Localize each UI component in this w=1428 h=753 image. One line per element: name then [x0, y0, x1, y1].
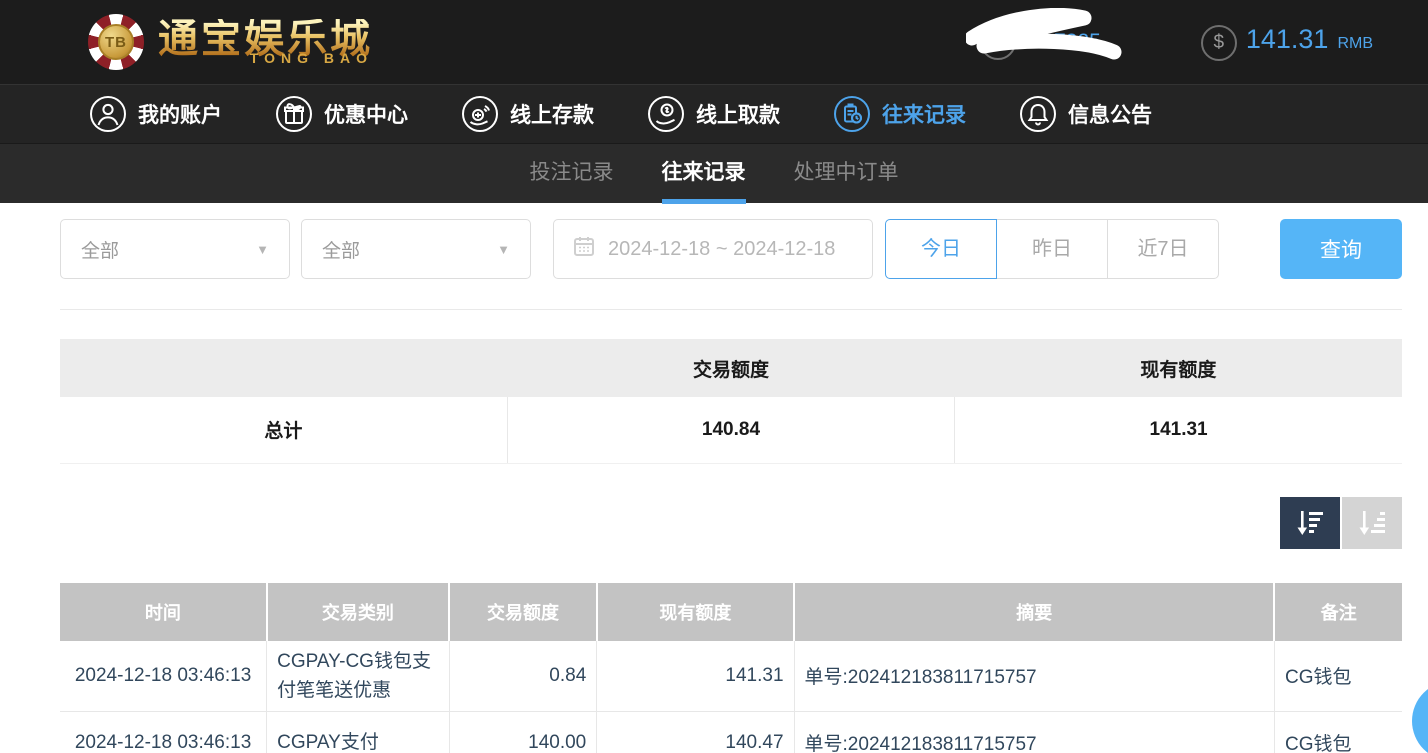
transaction-type-select[interactable]: 全部 ▼ [60, 219, 290, 279]
nav-item-transaction-records[interactable]: 往来记录 [832, 94, 966, 134]
top-header: TB 通宝娱乐城 TONG BAO bc7325 $ 141.31 RMB [0, 0, 1428, 84]
tab-betting-records[interactable]: 投注记录 [530, 144, 614, 204]
sort-descending-icon [1294, 508, 1326, 538]
summary-header-amount: 交易额度 [507, 339, 954, 397]
table-row: 2024-12-18 03:46:13 CGPAY-CG钱包支付笔笔送优惠 0.… [60, 641, 1402, 712]
search-button[interactable]: 查询 [1280, 219, 1402, 279]
col-time: 时间 [60, 583, 267, 641]
sort-ascending-icon [1356, 508, 1388, 538]
transaction-category-select[interactable]: 全部 ▼ [301, 219, 531, 279]
cell-summary: 单号:202412183811715757 [794, 712, 1274, 753]
gift-icon [274, 94, 314, 134]
poker-chip-icon: TB [88, 14, 144, 70]
nav-item-announcements[interactable]: 信息公告 [1018, 94, 1152, 134]
bell-icon [1018, 94, 1058, 134]
records-clipboard-clock-icon [832, 94, 872, 134]
nav-item-withdraw[interactable]: 线上取款 [646, 94, 780, 134]
sort-controls [60, 497, 1402, 549]
balance-amount: 141.31 [1246, 24, 1329, 55]
col-balance: 现有额度 [597, 583, 794, 641]
account-icon [88, 94, 128, 134]
records-table: 时间 交易类别 交易额度 现有额度 摘要 备注 2024-12-18 03:46… [60, 583, 1402, 753]
cell-time: 2024-12-18 03:46:13 [60, 641, 267, 712]
username-text: bc7325 [1032, 30, 1131, 54]
balance-currency: RMB [1337, 35, 1373, 53]
summary-total-label: 总计 [60, 397, 507, 463]
col-remark: 备注 [1274, 583, 1402, 641]
summary-table: 交易额度 现有额度 总计 140.84 141.31 [60, 339, 1402, 464]
cell-balance: 141.31 [597, 641, 794, 712]
cell-remark: CG钱包 [1274, 641, 1402, 712]
cell-type: CGPAY支付 [267, 712, 450, 753]
cell-summary: 单号:202412183811715757 [794, 641, 1274, 712]
quick-date-group: 今日 昨日 近7日 [885, 219, 1219, 279]
today-button[interactable]: 今日 [885, 219, 997, 279]
tab-transaction-records[interactable]: 往来记录 [662, 144, 746, 204]
col-amount: 交易额度 [449, 583, 597, 641]
nav-item-promotions[interactable]: 优惠中心 [274, 94, 408, 134]
cell-balance: 140.47 [597, 712, 794, 753]
cell-time: 2024-12-18 03:46:13 [60, 712, 267, 753]
summary-total-row: 总计 140.84 141.31 [60, 397, 1402, 463]
sort-descending-button[interactable] [1280, 497, 1340, 549]
deposit-hand-coin-icon [460, 94, 500, 134]
balance-display[interactable]: $ 141.31 RMB [1201, 24, 1373, 61]
records-header-row: 时间 交易类别 交易额度 现有额度 摘要 备注 [60, 583, 1402, 641]
cell-remark: CG钱包 [1274, 712, 1402, 753]
chevron-down-icon: ▼ [256, 242, 269, 257]
summary-header-row: 交易额度 现有额度 [60, 339, 1402, 397]
summary-header-balance: 现有额度 [955, 339, 1402, 397]
main-navigation: 我的账户 优惠中心 线上存款 线上取款 [0, 84, 1428, 143]
chip-monogram: TB [98, 24, 134, 60]
calendar-icon [572, 234, 596, 264]
chevron-down-icon: ▼ [497, 242, 510, 257]
cell-amount: 0.84 [449, 641, 597, 712]
date-range-input[interactable]: 2024-12-18 ~ 2024-12-18 [553, 219, 873, 279]
user-icon [980, 24, 1016, 60]
cell-amount: 140.00 [449, 712, 597, 753]
col-summary: 摘要 [794, 583, 1274, 641]
section-divider [60, 309, 1402, 310]
nav-item-my-account[interactable]: 我的账户 [88, 94, 222, 134]
brand-logo[interactable]: TB 通宝娱乐城 TONG BAO [88, 14, 373, 70]
yesterday-button[interactable]: 昨日 [996, 219, 1108, 279]
last-7-days-button[interactable]: 近7日 [1107, 219, 1219, 279]
tab-processing-orders[interactable]: 处理中订单 [794, 144, 899, 204]
filter-bar: 全部 ▼ 全部 ▼ 2024-12-18 ~ 2024-12-18 今日 昨日 … [60, 219, 1402, 279]
brand-name-en: TONG BAO [250, 51, 373, 65]
table-row: 2024-12-18 03:46:13 CGPAY支付 140.00 140.4… [60, 712, 1402, 753]
sort-ascending-button[interactable] [1342, 497, 1402, 549]
col-type: 交易类别 [267, 583, 450, 641]
summary-total-balance: 141.31 [955, 397, 1402, 463]
summary-total-amount: 140.84 [507, 397, 954, 463]
record-subtabs: 投注记录 往来记录 处理中订单 [0, 143, 1428, 203]
cell-type: CGPAY-CG钱包支付笔笔送优惠 [267, 641, 450, 712]
withdraw-hand-coin-icon [646, 94, 686, 134]
user-account[interactable]: bc7325 [980, 24, 1131, 60]
dollar-icon: $ [1201, 25, 1237, 61]
nav-item-deposit[interactable]: 线上存款 [460, 94, 594, 134]
